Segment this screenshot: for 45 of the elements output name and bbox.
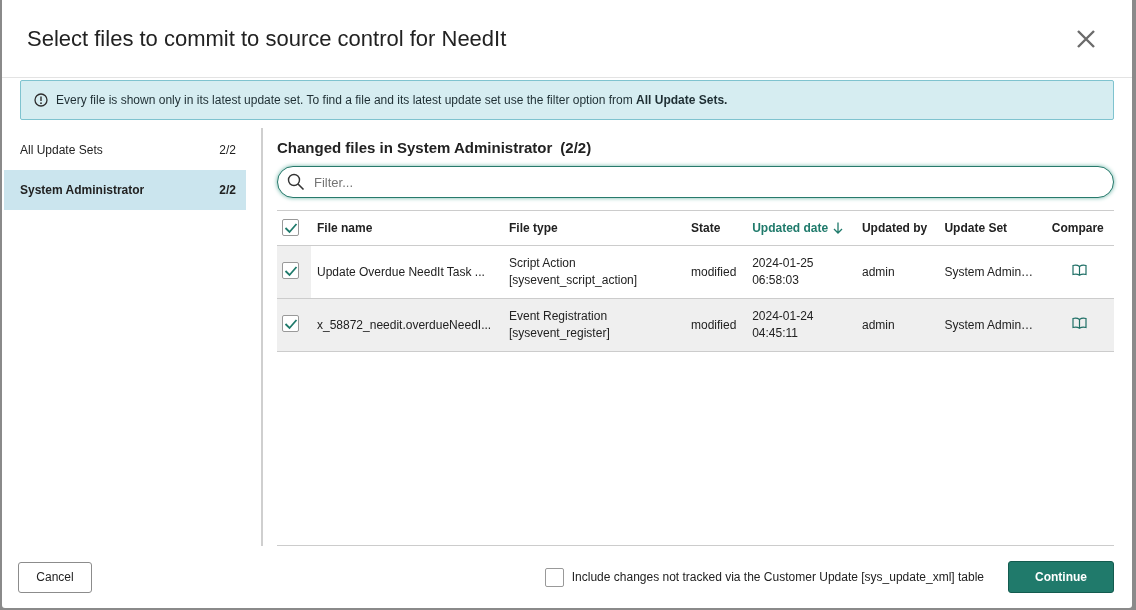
file-type: Event Registration: [509, 308, 609, 325]
column-header[interactable]: Updated by: [861, 221, 928, 235]
file-state: modified: [691, 264, 737, 279]
dialog-title: Select files to commit to source control for NeedIt: [27, 25, 507, 52]
file-name: Update Overdue NeedIt Task ...: [317, 264, 485, 279]
info-message: Every file is shown only in its latest update set. To find a file and its latest update set use the filter option from All Update Sets.: [56, 93, 728, 107]
column-header[interactable]: State: [691, 221, 721, 235]
sort-down-arrow-icon: [833, 222, 844, 234]
updated-time: 04:45:11: [752, 325, 799, 342]
file-state: modified: [691, 317, 737, 332]
open-book-icon[interactable]: [1072, 263, 1088, 276]
section-heading: Changed files in System Administrator: [277, 138, 553, 156]
column-header[interactable]: Compare: [1051, 221, 1104, 235]
file-row[interactable]: Update Overdue NeedIt Task ... Script Action [sysevent_script_action] modified 2024-01-25 06:58:03 admin System Admin…: [277, 245, 1114, 299]
column-header[interactable]: Updated date: [752, 221, 844, 235]
updated-time: 06:58:03: [752, 272, 800, 289]
updated-by: admin: [861, 264, 895, 279]
search-icon: [287, 173, 305, 191]
updated-by: admin: [861, 317, 895, 332]
continue-button[interactable]: Continue: [1008, 561, 1114, 593]
file-name: x_58872_needit.overdueNeedI...: [317, 317, 492, 332]
update-set-name: System Admin…: [944, 264, 1034, 279]
include-untracked-checkbox[interactable]: [544, 567, 564, 587]
file-table: [sysevent_script_action]: [509, 272, 679, 289]
row-checkbox[interactable]: [282, 315, 299, 333]
update-set-name: System Admin…: [944, 317, 1034, 332]
file-count: (2/2): [560, 138, 592, 156]
file-table: [sysevent_register]: [509, 325, 679, 342]
select-all-checkbox[interactable]: [282, 219, 299, 237]
open-book-icon[interactable]: [1072, 316, 1088, 329]
close-icon[interactable]: [1076, 28, 1096, 49]
filter-field[interactable]: Filter...: [277, 166, 1114, 198]
update-set-item[interactable]: All Update Sets 2/2: [4, 130, 246, 170]
row-checkbox[interactable]: [282, 262, 299, 280]
file-type: Script Action: [509, 255, 577, 272]
update-set-item[interactable]: System Administrator 2/2: [4, 170, 246, 210]
file-row[interactable]: x_58872_needit.overdueNeedI... Event Registration [sysevent_register] modified 2024-01-24 04:45:11 admin System Admin…: [277, 298, 1114, 352]
info-icon: [34, 93, 48, 107]
cancel-button[interactable]: Cancel: [18, 561, 92, 593]
updated-date: 2024-01-24: [752, 308, 815, 325]
column-header[interactable]: File name: [317, 221, 373, 235]
updated-date: 2024-01-25: [752, 255, 815, 272]
column-header[interactable]: Update Set: [944, 221, 1008, 235]
column-header[interactable]: File type: [509, 221, 558, 235]
include-untracked-label: Include changes not tracked via the Customer Update [sys_update_xml] table: [571, 570, 984, 584]
